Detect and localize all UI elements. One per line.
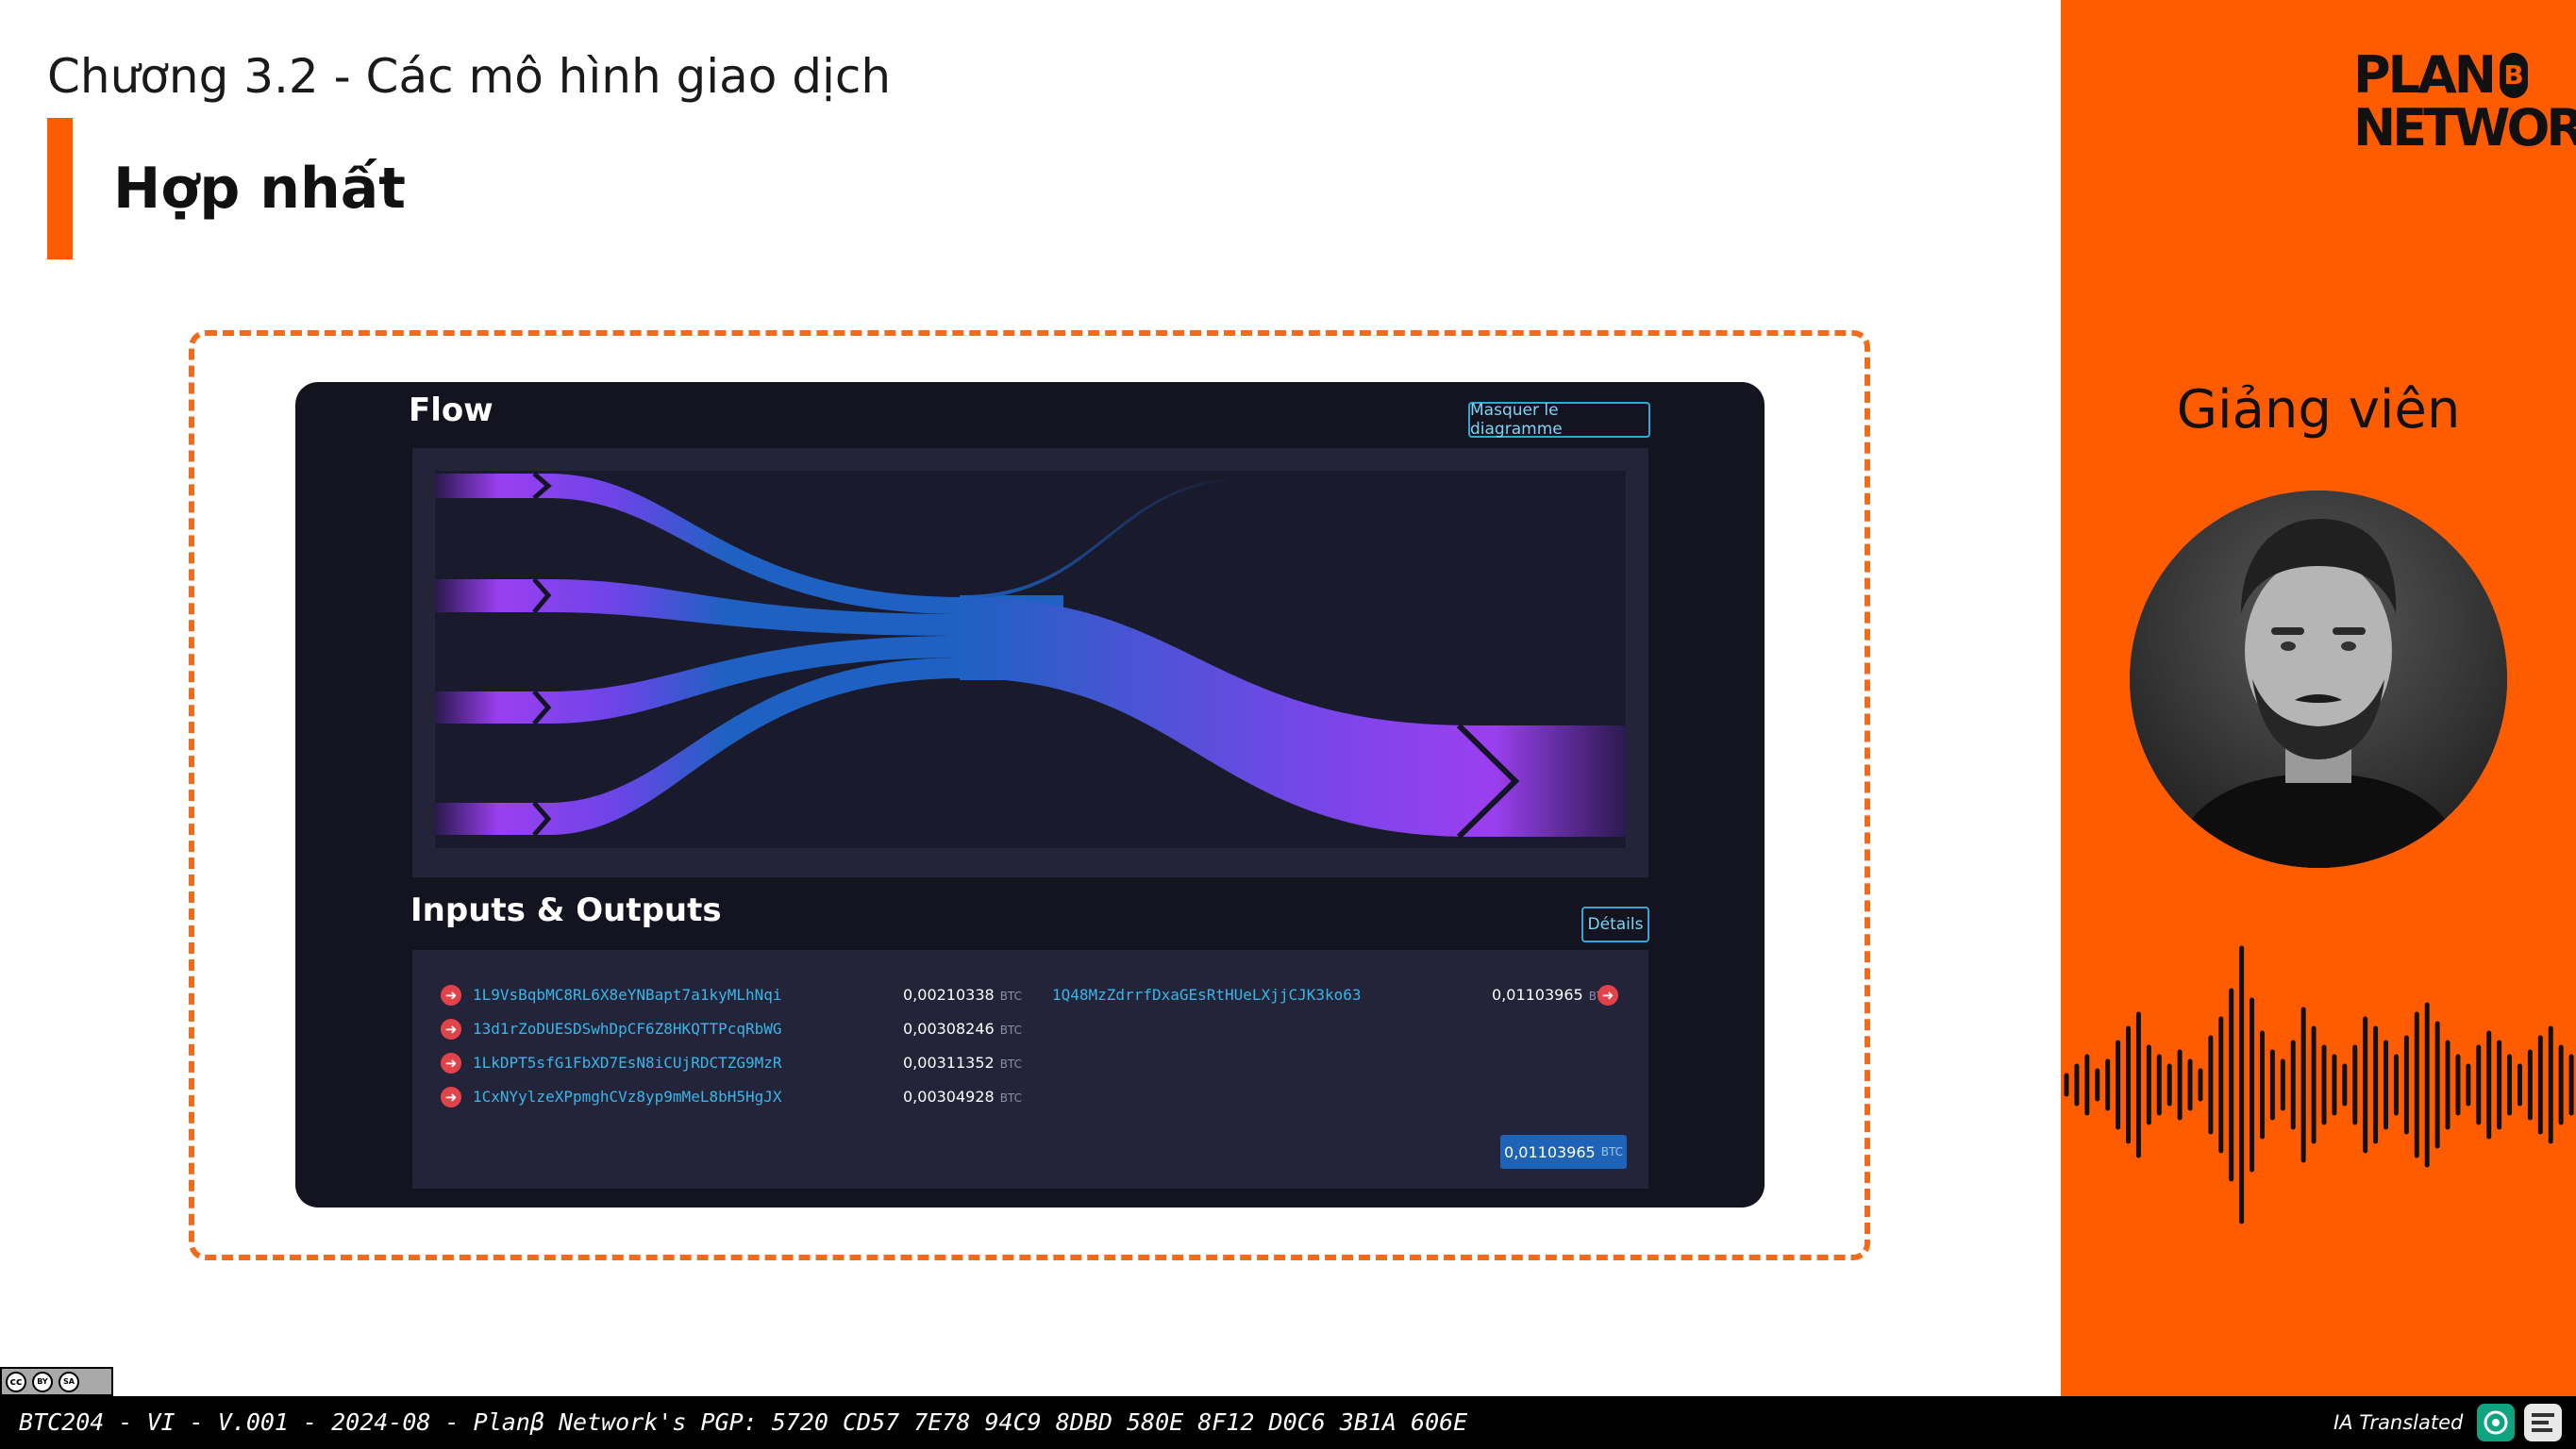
translator-logo-icon	[2524, 1404, 2562, 1441]
flow-heading: Flow	[409, 391, 493, 429]
sankey-diagram	[435, 471, 1626, 848]
output-address-1[interactable]: 1Q48MzZdrrfDxaGEsRtHUeLXjjCJK3ko63	[1052, 986, 1362, 1004]
details-button[interactable]: Détails	[1581, 907, 1649, 942]
lecturer-label: Giảng viên	[2176, 379, 2461, 441]
slide-content: Chương 3.2 - Các mô hình giao dịch Hợp n…	[0, 0, 2061, 1396]
io-table: ➜ 1L9VsBqbMC8RL6X8eYNBapt7a1kyMLhNqi 0,0…	[412, 950, 1648, 1189]
total-badge: 0,01103965 BTC	[1500, 1135, 1627, 1169]
arrow-right-icon[interactable]: ➜	[441, 985, 461, 1006]
creative-commons-badge: cc BY SA	[0, 1367, 113, 1396]
audio-waveform	[2064, 945, 2574, 1224]
ia-translated-label: IA Translated	[2333, 1411, 2464, 1434]
sidebar: PLANB NETWORK Giảng viên	[2061, 0, 2576, 1396]
input-row-2[interactable]: ➜	[441, 1015, 461, 1043]
input-amount-3: 0,00311352 BTC	[903, 1054, 1022, 1072]
input-address-2[interactable]: 13d1rZoDUESDSwhDpCF6Z8HKQTTPcqRbWG	[473, 1020, 782, 1038]
arrow-right-icon[interactable]: ➜	[441, 1019, 461, 1040]
input-amount-2: 0,00308246 BTC	[903, 1020, 1022, 1038]
input-address-3[interactable]: 1LkDPT5sfG1FbXD7EsN8iCUjRDCTZG9MzR	[473, 1054, 782, 1072]
input-row-4[interactable]: ➜	[441, 1083, 461, 1111]
output-flow	[963, 597, 1626, 837]
input-amount-1: 0,00210338 BTC	[903, 986, 1022, 1004]
flow-diagram-container	[412, 448, 1648, 877]
input-row-1[interactable]: ➜	[441, 981, 461, 1009]
arrow-right-icon[interactable]: ➜	[1597, 985, 1618, 1006]
input-address-4[interactable]: 1CxNYylzeXPpmghCVz8yp9mMeL8bH5HgJX	[473, 1088, 782, 1106]
input-row-3[interactable]: ➜	[441, 1049, 461, 1077]
lecturer-avatar	[2130, 491, 2507, 868]
footer-text: BTC204 - VI - V.001 - 2024-08 - Planβ Ne…	[19, 1408, 1468, 1436]
accent-bar	[47, 118, 73, 259]
arrow-right-icon[interactable]: ➜	[441, 1087, 461, 1108]
chapter-title: Chương 3.2 - Các mô hình giao dịch	[47, 49, 892, 104]
output-amount-1: 0,01103965BTC	[1492, 986, 1611, 1004]
section-title: Hợp nhất	[113, 156, 406, 222]
by-icon: BY	[32, 1371, 53, 1392]
openai-icon	[2477, 1404, 2515, 1441]
hide-diagram-button[interactable]: Masquer le diagramme	[1468, 401, 1650, 439]
sa-icon: SA	[59, 1371, 79, 1392]
fee-flow	[963, 478, 1237, 599]
input-amount-4: 0,00304928 BTC	[903, 1088, 1022, 1106]
footer-bar: BTC204 - VI - V.001 - 2024-08 - Planβ Ne…	[0, 1396, 2576, 1449]
arrow-right-icon[interactable]: ➜	[441, 1053, 461, 1074]
cc-icon: cc	[6, 1371, 26, 1392]
input-address-1[interactable]: 1L9VsBqbMC8RL6X8eYNBapt7a1kyMLhNqi	[473, 986, 782, 1004]
planb-network-logo: PLANB NETWORK	[2353, 45, 2576, 158]
sankey-svg	[435, 472, 1626, 840]
explorer-screenshot: Flow Masquer le diagramme Inputs & Outpu…	[295, 382, 1765, 1208]
io-heading: Inputs & Outputs	[410, 891, 722, 929]
output-row-1[interactable]: ➜	[1597, 981, 1618, 1009]
